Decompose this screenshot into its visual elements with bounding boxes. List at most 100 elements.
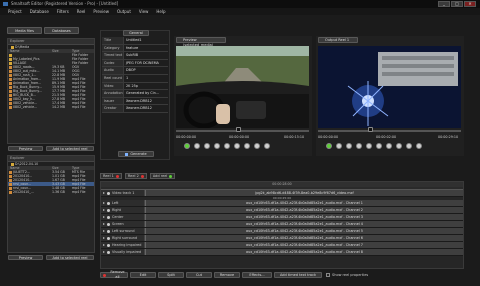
property-row[interactable]: Creator Xeonerr-DRB12 xyxy=(102,105,168,113)
general-tab[interactable]: General xyxy=(123,30,149,36)
loop-icon[interactable] xyxy=(386,143,392,149)
expand-icon[interactable] xyxy=(103,223,105,225)
track-header[interactable]: Right xyxy=(101,207,145,213)
property-row[interactable]: Timed text SubRIB xyxy=(102,52,168,60)
play-icon[interactable] xyxy=(184,143,190,149)
property-value[interactable]: feature xyxy=(124,45,168,52)
step-back-icon[interactable] xyxy=(356,143,362,149)
menu-output[interactable]: Output xyxy=(117,8,131,15)
property-value[interactable]: Generated by Cin... xyxy=(124,90,168,97)
property-row[interactable]: Annotation textGenerated by Cin... xyxy=(102,90,168,102)
add-reel-tab[interactable]: Add reel xyxy=(149,173,176,179)
file-row[interactable]: 0802_vehicle... 14.2 MB mp4 File xyxy=(8,105,94,109)
timeline-clip[interactable]: aux_cd10fc63-df1a-4042-a23f-4b0a0d85a2e1… xyxy=(145,200,463,206)
property-value[interactable]: DBOP xyxy=(124,67,168,74)
menu-filters[interactable]: Filters xyxy=(57,8,69,15)
effects-button[interactable]: Effects... xyxy=(242,272,272,278)
menu-project[interactable]: Project xyxy=(8,8,22,15)
expand-icon[interactable] xyxy=(103,244,105,246)
expand-icon[interactable] xyxy=(103,251,105,253)
edit-button[interactable]: Edit xyxy=(130,272,156,278)
play-icon[interactable] xyxy=(326,143,332,149)
property-value[interactable]: SubRIB xyxy=(124,52,168,59)
track-header[interactable]: Left surround xyxy=(101,228,145,234)
expand-icon[interactable] xyxy=(103,209,105,211)
menu-view[interactable]: View xyxy=(139,8,149,15)
expand-icon[interactable] xyxy=(103,230,105,232)
property-row[interactable]: Codec JPEG FOR DCINEMA xyxy=(102,59,168,68)
output-seekbar[interactable] xyxy=(318,130,461,132)
property-value[interactable]: JPEG FOR DCINEMA xyxy=(124,60,168,67)
track-header[interactable]: Right surround xyxy=(101,235,145,241)
stop-icon[interactable] xyxy=(194,143,200,149)
file-row[interactable]: 20120410_... 1.36 GB mp4 File xyxy=(8,190,94,194)
rewind-icon[interactable] xyxy=(346,143,352,149)
timeline-clip[interactable]: aux_cd10fc63-df1a-4042-a23f-4b0a0d85a2e1… xyxy=(145,242,463,248)
timeline-clip[interactable]: jpg2k_ab98cd6-d488-4f39-8ea0-b29e8c9f67d… xyxy=(145,190,463,196)
preview-seekbar[interactable] xyxy=(176,130,309,132)
property-value[interactable]: 1 xyxy=(124,75,168,82)
volume-icon[interactable] xyxy=(264,143,270,149)
step-back-icon[interactable] xyxy=(214,143,220,149)
databases-tab[interactable]: Databases xyxy=(44,27,79,34)
menu-help[interactable]: Help xyxy=(156,8,165,15)
show-reel-properties[interactable]: Show reel properties xyxy=(324,272,368,278)
track-header[interactable]: Video track 1 xyxy=(101,190,145,196)
timeline-clip[interactable]: aux_cd10fc63-df1a-4042-a23f-4b0a0d85a2e1… xyxy=(145,235,463,241)
stop-icon[interactable] xyxy=(336,143,342,149)
property-row[interactable]: Reel count 1 xyxy=(102,74,168,83)
expand-icon[interactable] xyxy=(103,237,105,239)
mark-in-icon[interactable] xyxy=(244,143,250,149)
fullscreen-icon[interactable] xyxy=(406,143,412,149)
step-forward-icon[interactable] xyxy=(366,143,372,149)
expand-icon[interactable] xyxy=(103,192,105,194)
add-to-reel-button-bottom[interactable]: Add to selected reel xyxy=(46,255,94,260)
property-row[interactable]: Audio configDBOP xyxy=(102,67,168,79)
property-value[interactable]: Xeonerr-DRB12 xyxy=(124,105,168,112)
split-button[interactable]: Split xyxy=(158,272,184,278)
maximize-button[interactable]: □ xyxy=(451,1,463,7)
media-files-tab[interactable]: Media files xyxy=(7,27,42,34)
reel-2-tab[interactable]: Reel 2 xyxy=(124,173,147,179)
track-header[interactable]: Visually impaired xyxy=(101,249,145,255)
menu-preview[interactable]: Preview xyxy=(93,8,109,15)
add-to-reel-button-top[interactable]: Add to selected reel xyxy=(46,146,94,151)
expand-icon[interactable] xyxy=(103,202,105,204)
fast-forward-icon[interactable] xyxy=(234,143,240,149)
volume-icon[interactable] xyxy=(416,143,422,149)
property-row[interactable]: Title Untitled1 xyxy=(102,37,168,45)
output-seek-handle[interactable] xyxy=(368,127,373,132)
reel-1-tab[interactable]: Reel 1 xyxy=(100,173,122,179)
step-forward-icon[interactable] xyxy=(224,143,230,149)
remove-button[interactable]: Remove xyxy=(214,272,240,278)
property-value[interactable]: Untitled1 xyxy=(124,37,168,44)
property-row[interactable]: Category feature xyxy=(102,44,168,53)
property-row[interactable]: Issuer Xeonerr-DRB12 xyxy=(102,97,168,106)
mark-out-icon[interactable] xyxy=(254,143,260,149)
timeline-clip[interactable]: aux_cd10fc63-df1a-4042-a23f-4b0a0d85a2e1… xyxy=(145,228,463,234)
add-timed-text-button[interactable]: Add timed text track xyxy=(274,272,322,278)
timeline-clip[interactable]: aux_cd10fc63-df1a-4042-a23f-4b0a0d85a2e1… xyxy=(145,249,463,255)
rewind-icon[interactable] xyxy=(204,143,210,149)
checkbox[interactable] xyxy=(326,273,330,277)
preview-button-top[interactable]: Preview xyxy=(8,146,43,151)
snapshot-icon[interactable] xyxy=(396,143,402,149)
property-value[interactable]: Xeonerr-DRB12 xyxy=(124,98,168,105)
generate-button[interactable]: Generate xyxy=(118,151,154,157)
preview-button-bottom[interactable]: Preview xyxy=(8,255,43,260)
cut-button[interactable]: Cut xyxy=(186,272,212,278)
fast-forward-icon[interactable] xyxy=(376,143,382,149)
timeline-clip[interactable]: aux_cd10fc63-df1a-4042-a23f-4b0a0d85a2e1… xyxy=(145,221,463,227)
timeline-clip[interactable]: aux_cd10fc63-df1a-4042-a23f-4b0a0d85a2e1… xyxy=(145,214,463,220)
minimize-button[interactable]: _ xyxy=(438,1,450,7)
preview-seek-handle[interactable] xyxy=(236,127,241,132)
property-value[interactable]: 2K 25p xyxy=(124,83,168,90)
property-row[interactable]: Video format2K 25p xyxy=(102,82,168,95)
expand-icon[interactable] xyxy=(103,216,105,218)
track-header[interactable]: Center xyxy=(101,214,145,220)
track-header[interactable]: Left xyxy=(101,200,145,206)
remove-all-button[interactable]: Remove all xyxy=(100,270,128,279)
menu-database[interactable]: Database xyxy=(30,8,49,15)
menu-reel[interactable]: Reel xyxy=(77,8,86,15)
track-header[interactable]: Screen xyxy=(101,221,145,227)
